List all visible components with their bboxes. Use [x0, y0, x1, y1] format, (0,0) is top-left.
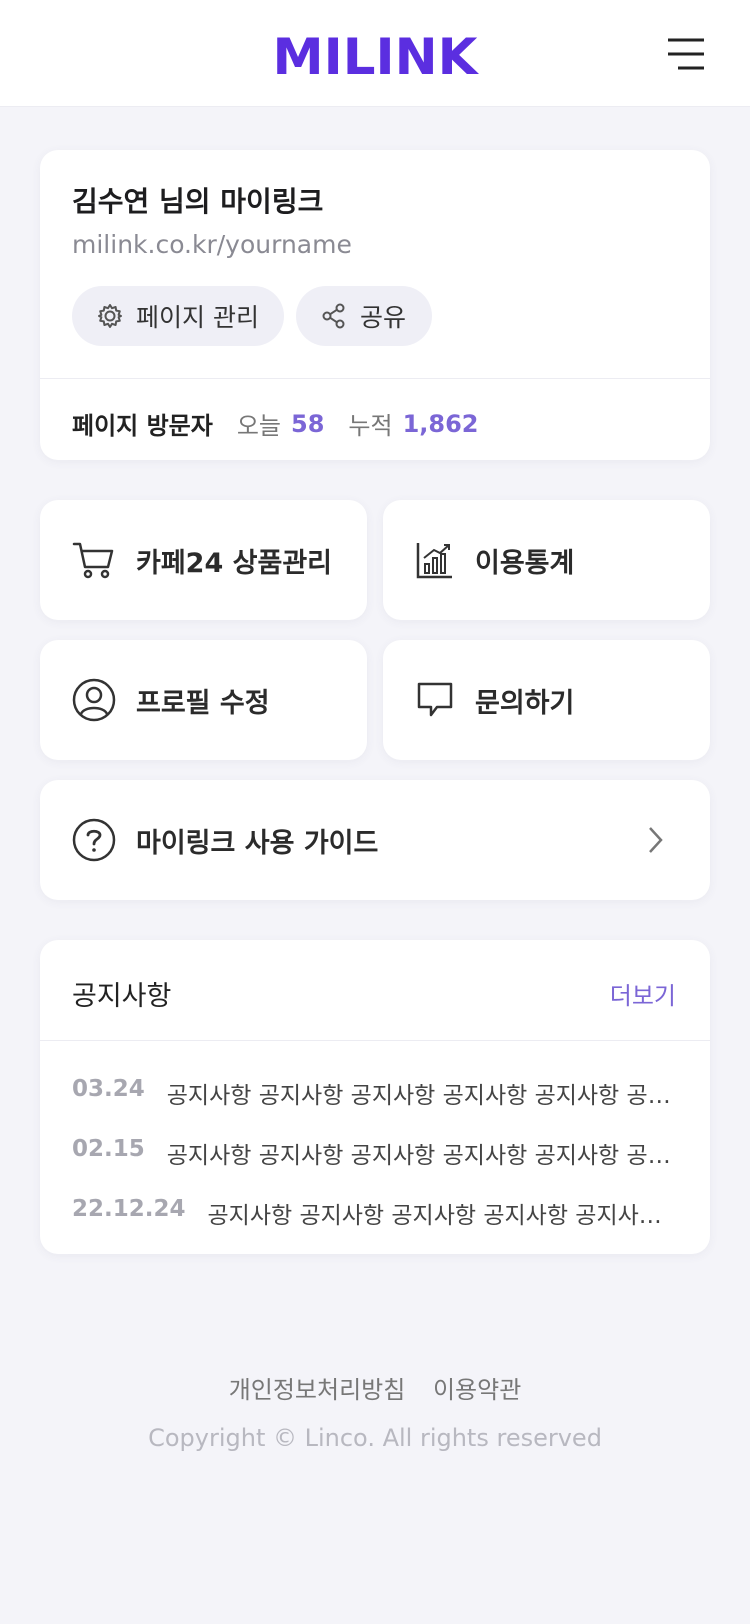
visitor-label: 페이지 방문자	[72, 412, 213, 440]
copyright-text: Copyright © Linco. All rights reserved	[148, 1424, 602, 1452]
total-count: 1,862	[402, 409, 479, 438]
menu-button[interactable]	[664, 34, 708, 74]
user-icon	[72, 678, 116, 722]
help-circle-icon	[72, 818, 116, 862]
statistics-button[interactable]: 이용통계	[383, 500, 710, 620]
page-title: 김수연 님의 마이링크	[72, 185, 324, 218]
notice-date: 22.12.24	[72, 1196, 186, 1222]
bar-chart-icon	[416, 543, 452, 579]
visitor-stats: 페이지 방문자 오늘 58 누적 1,862	[72, 406, 503, 441]
notice-title: 공지사항	[72, 981, 172, 1012]
logo-text: MILINK	[273, 30, 480, 78]
page-manage-button[interactable]: 페이지 관리	[72, 286, 284, 346]
notice-date: 02.15	[72, 1136, 145, 1162]
notice-text: 공지사항 공지사항 공지사항 공지사항 공지사항 공지사항	[166, 1083, 682, 1109]
cart-icon	[72, 542, 114, 579]
hamburger-icon	[668, 38, 704, 70]
today-label: 오늘	[236, 412, 282, 440]
cafe24-products-button[interactable]: 카페24 상품관리	[40, 500, 367, 620]
total-label: 누적	[348, 412, 393, 440]
footer-links: 개인정보처리방침 이용약관	[0, 1370, 750, 1405]
milink-logo[interactable]: MILINK	[270, 30, 480, 78]
notice-divider	[40, 1040, 710, 1041]
inquiry-label: 문의하기	[475, 687, 575, 719]
notice-card: 공지사항 더보기 03.24 공지사항 공지사항 공지사항 공지사항 공지사항 …	[40, 940, 710, 1254]
notice-more-link[interactable]: 더보기	[610, 976, 676, 1011]
notice-item[interactable]: 02.15 공지사항 공지사항 공지사항 공지사항 공지사항 공지사항	[72, 1136, 682, 1170]
share-label: 공유	[360, 303, 407, 332]
notice-text: 공지사항 공지사항 공지사항 공지사항 공지사항 공지사항	[166, 1143, 682, 1169]
card-divider	[40, 378, 710, 379]
notice-item[interactable]: 03.24 공지사항 공지사항 공지사항 공지사항 공지사항 공지사항	[72, 1076, 682, 1110]
today-count: 58	[291, 409, 325, 438]
share-icon	[322, 303, 345, 329]
cafe24-products-label: 카페24 상품관리	[136, 547, 333, 579]
statistics-label: 이용통계	[475, 547, 575, 579]
notice-date: 03.24	[72, 1076, 145, 1102]
user-guide-button[interactable]: 마이링크 사용 가이드	[40, 780, 710, 900]
user-guide-label: 마이링크 사용 가이드	[136, 827, 379, 859]
profile-edit-label: 프로필 수정	[136, 687, 270, 719]
inquiry-button[interactable]: 문의하기	[383, 640, 710, 760]
share-button[interactable]: 공유	[296, 286, 432, 346]
notice-text: 공지사항 공지사항 공지사항 공지사항 공지사항 공지사항	[207, 1203, 683, 1229]
speech-bubble-icon	[417, 682, 453, 717]
profile-edit-button[interactable]: 프로필 수정	[40, 640, 367, 760]
notice-item[interactable]: 22.12.24 공지사항 공지사항 공지사항 공지사항 공지사항 공지사항	[72, 1196, 682, 1230]
profile-card: 김수연 님의 마이링크 milink.co.kr/yourname 페이지 관리…	[40, 150, 710, 460]
chevron-right-icon	[649, 827, 663, 853]
privacy-policy-link[interactable]: 개인정보처리방침	[229, 1376, 406, 1404]
page-manage-label: 페이지 관리	[136, 303, 259, 332]
terms-link[interactable]: 이용약관	[433, 1376, 521, 1404]
page-url[interactable]: milink.co.kr/yourname	[72, 230, 352, 259]
app-header: MILINK	[0, 0, 750, 107]
gear-icon	[98, 304, 122, 328]
